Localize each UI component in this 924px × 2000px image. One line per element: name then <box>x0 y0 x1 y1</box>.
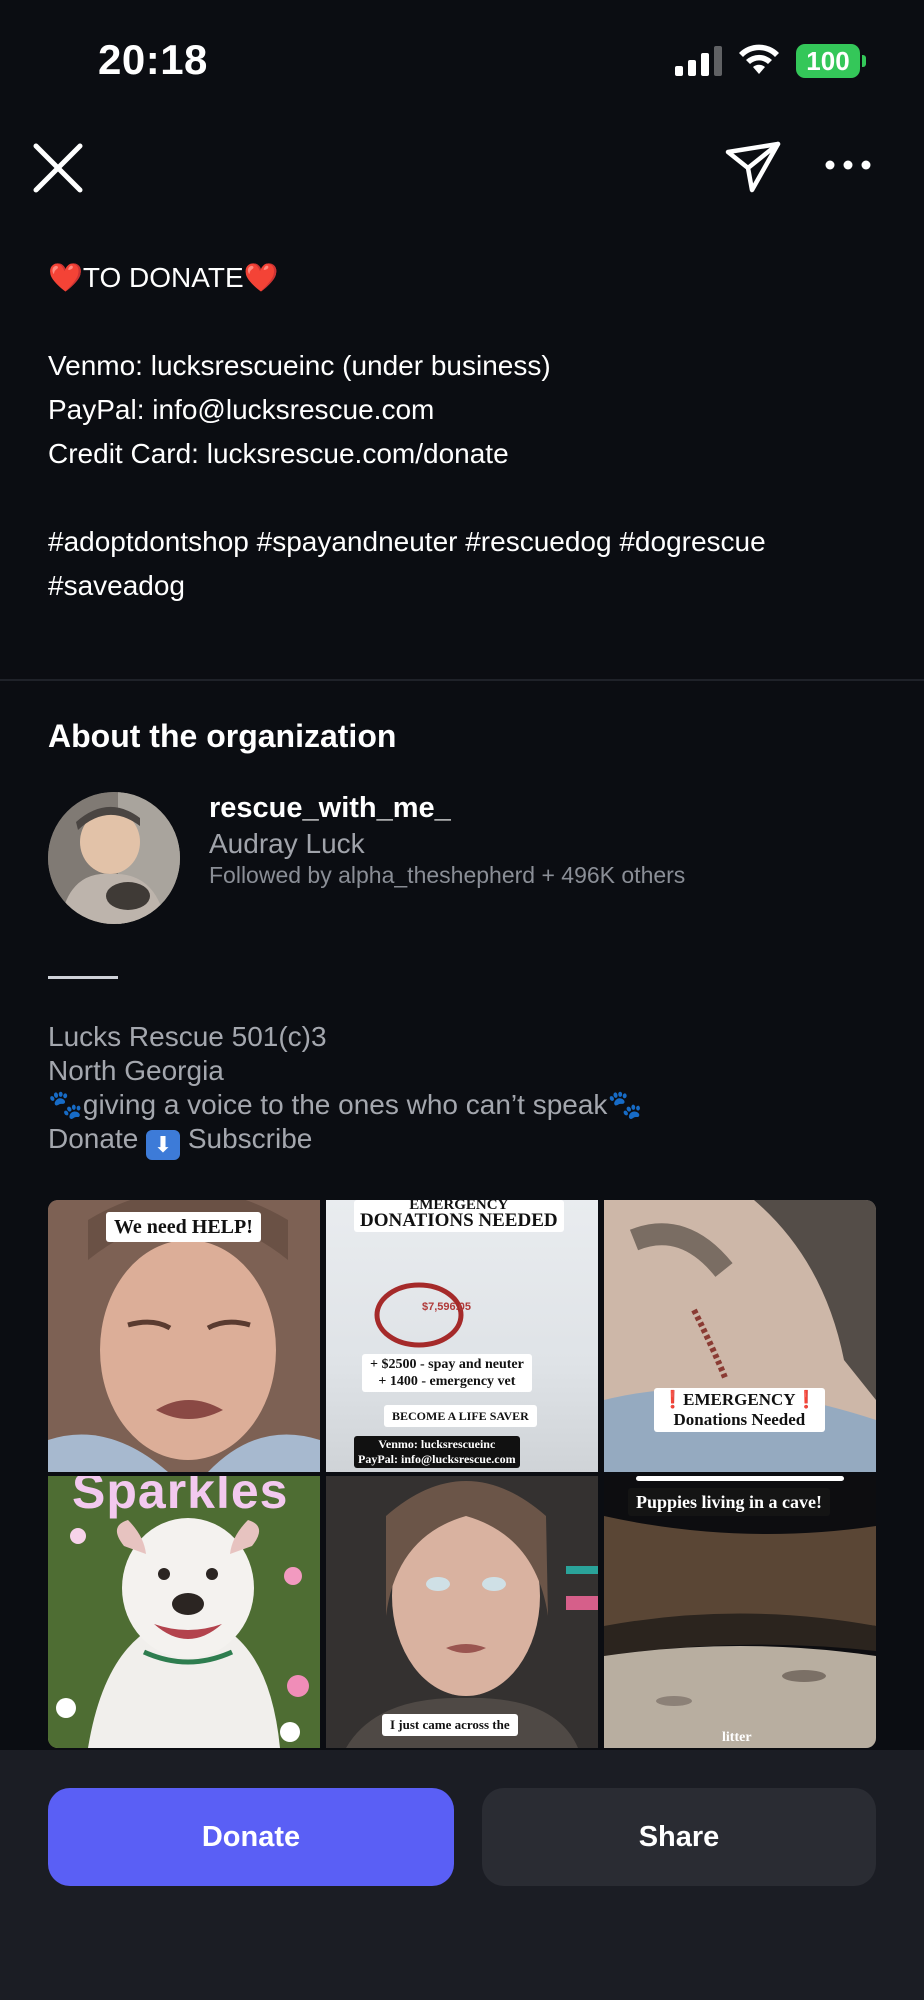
more-options-icon[interactable] <box>822 150 874 180</box>
thumbnail-caption: BECOME A LIFE SAVER <box>384 1405 537 1427</box>
org-bio: Lucks Rescue 501(c)3 North Georgia 🐾givi… <box>48 1020 878 1160</box>
thumbnail-caption: I just came across the <box>382 1714 518 1736</box>
thumbnail-caption-line: ❗EMERGENCY❗ <box>662 1390 817 1409</box>
bio-line-1: Lucks Rescue 501(c)3 <box>48 1021 327 1052</box>
cellular-signal-icon <box>675 46 722 76</box>
bio-line-3-text: giving a voice to the ones who can’t spe… <box>82 1089 608 1120</box>
person-speaking-image <box>326 1476 598 1748</box>
heart-icon: ❤️ <box>243 262 279 293</box>
thumbnail-caption: We need HELP! <box>106 1212 261 1242</box>
thumbnail-caption: EMERGENCY DONATIONS NEEDED <box>354 1200 564 1232</box>
balance-amount: $7,596.05 <box>422 1301 471 1313</box>
credit-card-line: Credit Card: lucksrescue.com/donate <box>48 438 509 469</box>
battery-indicator: 100 <box>796 44 860 78</box>
org-name: Audray Luck <box>209 828 365 859</box>
video-thumbnail[interactable]: We need HELP! <box>48 1200 320 1472</box>
wifi-icon <box>739 44 779 74</box>
bio-donate-text: Donate <box>48 1123 139 1154</box>
down-arrow-icon: ⬇ <box>146 1130 181 1160</box>
thumbnail-caption-line: + 1400 - emergency vet <box>378 1374 516 1389</box>
thumbnail-caption-main: DONATIONS NEEDED <box>360 1210 558 1231</box>
org-handle[interactable]: rescue_with_me_ <box>209 792 451 825</box>
video-thumbnail[interactable]: I just came across the <box>326 1476 598 1748</box>
thumbnail-caption-line: PayPal: info@lucksrescue.com <box>358 1452 516 1466</box>
donate-button[interactable]: Donate <box>48 1788 454 1886</box>
paw-prints-icon: 🐾 <box>607 1089 643 1120</box>
video-thumbnail[interactable]: ❗EMERGENCY❗ Donations Needed <box>604 1200 876 1472</box>
about-heading: About the organization <box>48 718 397 754</box>
hashtags[interactable]: #adoptdontshop #spayandneuter #rescuedog… <box>48 520 878 608</box>
status-time: 20:18 <box>98 36 208 83</box>
bio-line-2: North Georgia <box>48 1055 224 1086</box>
donate-heading: TO DONATE <box>82 262 244 293</box>
avatar[interactable] <box>48 792 180 924</box>
thumbnail-caption: Puppies living in a cave! <box>628 1488 831 1516</box>
followers-text: Followed by alpha_theshepherd + 496K oth… <box>209 862 686 888</box>
bio-subscribe-text: Subscribe <box>187 1123 313 1154</box>
video-thumbnail[interactable]: EMERGENCY DONATIONS NEEDED $7,596.05 + $… <box>326 1200 598 1472</box>
thumbnail-caption-line: Venmo: lucksrescueinc <box>378 1437 496 1451</box>
venmo-line: Venmo: lucksrescueinc (under business) <box>48 350 551 381</box>
thumbnail-caption: + $2500 - spay and neuter + 1400 - emerg… <box>362 1354 532 1392</box>
video-thumbnail[interactable]: Puppies living in a cave! litter <box>604 1476 876 1748</box>
paypal-line: PayPal: info@lucksrescue.com <box>48 394 435 425</box>
post-caption: ❤️TO DONATE❤️ Venmo: lucksrescueinc (und… <box>48 256 878 608</box>
thumbnail-caption: Venmo: lucksrescueinc PayPal: info@lucks… <box>354 1436 520 1468</box>
heart-icon: ❤️ <box>48 262 83 293</box>
thumbnail-caption: Sparkles <box>72 1476 289 1519</box>
section-divider <box>0 679 924 681</box>
circled-balance-image <box>374 1282 464 1348</box>
paw-prints-icon: 🐾 <box>48 1089 83 1120</box>
cave-image <box>604 1476 876 1748</box>
video-grid: We need HELP! EMERGENCY DONATIONS NEEDED… <box>48 1200 876 1748</box>
thumbnail-caption-top: EMERGENCY <box>409 1200 509 1210</box>
video-thumbnail[interactable]: Sparkles <box>48 1476 320 1748</box>
donate-heading-line: ❤️TO DONATE❤️ <box>48 256 878 300</box>
bio-separator <box>48 976 118 979</box>
bio-line-3: 🐾giving a voice to the ones who can’t sp… <box>48 1088 878 1122</box>
thumbnail-caption: ❗EMERGENCY❗ Donations Needed <box>654 1388 825 1432</box>
bio-line-4: Donate ⬇ Subscribe <box>48 1122 878 1160</box>
thumbnail-caption-line: Donations Needed <box>673 1410 806 1429</box>
send-icon[interactable] <box>724 138 782 196</box>
close-icon[interactable] <box>30 140 86 196</box>
thumbnail-caption: litter <box>722 1730 752 1745</box>
battery-nub <box>862 55 866 67</box>
top-bar <box>0 130 924 210</box>
thumbnail-caption-line: + $2500 - spay and neuter <box>370 1357 524 1372</box>
status-bar: 20:18 100 <box>0 0 924 120</box>
bottom-action-bar: Donate Share <box>0 1750 924 2000</box>
progress-bar <box>636 1476 844 1481</box>
share-button[interactable]: Share <box>482 1788 876 1886</box>
